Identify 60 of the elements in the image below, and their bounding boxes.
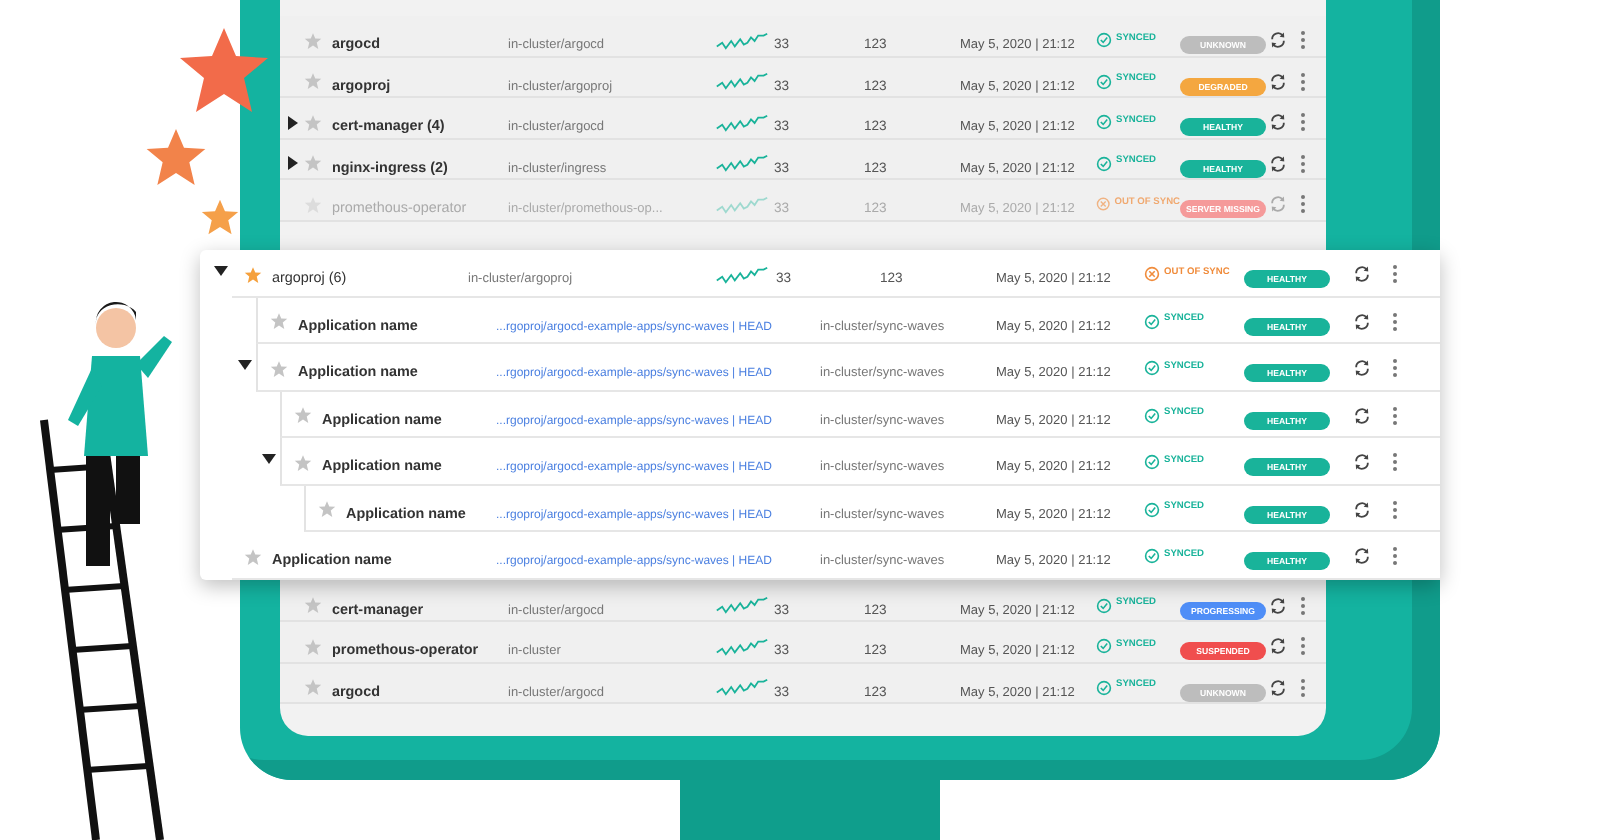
more-icon[interactable] [1392, 452, 1398, 472]
sparkline-drawing [716, 637, 768, 655]
sparkline-drawing [716, 31, 768, 49]
refresh-icon[interactable] [1352, 405, 1372, 425]
star-icon[interactable] [304, 154, 322, 172]
star-icon[interactable] [294, 406, 312, 424]
more-icon[interactable] [1300, 677, 1306, 697]
caret-icon[interactable] [213, 266, 227, 281]
more-icon[interactable] [1392, 546, 1398, 566]
star-icon[interactable] [318, 500, 336, 518]
refresh-icon[interactable] [1352, 546, 1372, 566]
more-icon[interactable] [1392, 311, 1398, 331]
refresh-icon[interactable] [1352, 358, 1372, 378]
sparkline-drawing [716, 113, 768, 131]
more-icon[interactable] [1392, 264, 1398, 284]
more-icon[interactable] [1300, 194, 1306, 214]
caret-icon[interactable] [261, 454, 275, 469]
decorative-star [200, 198, 240, 236]
refresh-icon[interactable] [1268, 71, 1288, 91]
sparkline-drawing [716, 596, 768, 614]
refresh-icon[interactable] [1268, 112, 1288, 132]
decorative-star [144, 126, 208, 188]
sparkline-drawing [716, 154, 768, 172]
more-icon[interactable] [1300, 71, 1306, 91]
sparkline-drawing [716, 265, 768, 283]
refresh-icon[interactable] [1352, 452, 1372, 472]
star-icon[interactable] [304, 31, 322, 49]
decorative-star [176, 24, 272, 116]
more-icon[interactable] [1392, 358, 1398, 378]
caret-icon[interactable] [285, 115, 299, 129]
star-icon[interactable] [304, 113, 322, 131]
refresh-icon[interactable] [1268, 595, 1288, 615]
sparkline-drawing [716, 72, 768, 90]
more-icon[interactable] [1300, 153, 1306, 173]
more-icon[interactable] [1300, 595, 1306, 615]
refresh-icon[interactable] [1268, 636, 1288, 656]
refresh-icon[interactable] [1352, 311, 1372, 331]
more-icon[interactable] [1392, 499, 1398, 519]
refresh-icon[interactable] [1268, 153, 1288, 173]
star-icon[interactable] [270, 359, 288, 377]
star-icon[interactable] [270, 312, 288, 330]
star-icon[interactable] [304, 637, 322, 655]
caret-icon[interactable] [285, 156, 299, 170]
star-icon[interactable] [304, 72, 322, 90]
star-icon[interactable] [244, 265, 262, 283]
star-icon[interactable] [244, 547, 262, 565]
refresh-icon[interactable] [1352, 499, 1372, 519]
star-icon[interactable] [304, 678, 322, 696]
star-icon[interactable] [294, 453, 312, 471]
caret-icon[interactable] [237, 360, 251, 375]
more-icon[interactable] [1300, 112, 1306, 132]
refresh-icon[interactable] [1268, 30, 1288, 50]
sparkline-drawing [716, 678, 768, 696]
sparkline-drawing [716, 195, 768, 213]
refresh-icon[interactable] [1352, 264, 1372, 284]
star-icon[interactable] [304, 596, 322, 614]
more-icon[interactable] [1300, 30, 1306, 50]
more-icon[interactable] [1300, 636, 1306, 656]
refresh-icon[interactable] [1268, 677, 1288, 697]
more-icon[interactable] [1392, 405, 1398, 425]
